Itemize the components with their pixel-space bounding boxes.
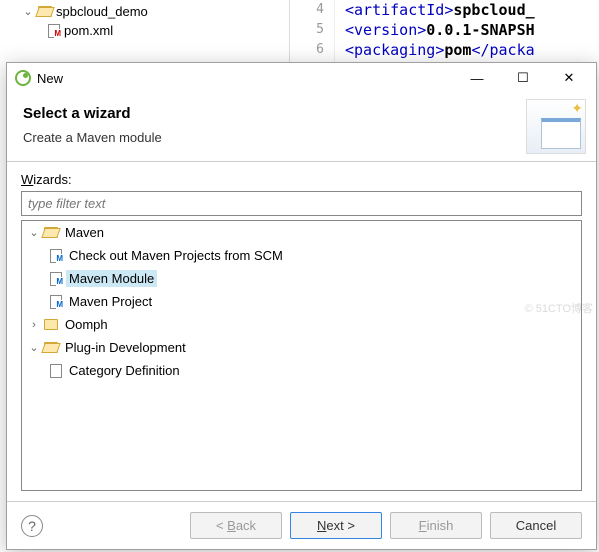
maven-icon bbox=[50, 272, 62, 286]
wizard-banner: Select a wizard Create a Maven module bbox=[7, 93, 596, 162]
cancel-button[interactable]: Cancel bbox=[490, 512, 582, 539]
chevron-down-icon: ⌄ bbox=[22, 5, 34, 18]
project-name: spbcloud_demo bbox=[56, 4, 148, 19]
next-button[interactable]: Next > bbox=[290, 512, 382, 539]
back-button[interactable]: < Back bbox=[190, 512, 282, 539]
wizard-tree[interactable]: ⌄ Maven Check out Maven Projects from SC… bbox=[21, 220, 582, 491]
wizard-subheading: Create a Maven module bbox=[23, 130, 580, 145]
tree-folder-oomph[interactable]: › Oomph bbox=[22, 313, 581, 336]
file-icon bbox=[50, 364, 62, 378]
maximize-button[interactable]: ☐ bbox=[500, 64, 546, 92]
close-button[interactable]: ✕ bbox=[546, 64, 592, 92]
wizard-banner-icon bbox=[526, 99, 586, 154]
code-editor[interactable]: 4 5 6 <artifactId>spbcloud_ <version>0.0… bbox=[290, 0, 599, 62]
line-gutter: 4 5 6 bbox=[290, 0, 335, 62]
folder-icon bbox=[44, 319, 58, 330]
chevron-down-icon: ⌄ bbox=[28, 226, 40, 239]
project-file-node[interactable]: pom.xml bbox=[0, 21, 289, 40]
dialog-footer: ? < Back Next > Finish Cancel bbox=[7, 501, 596, 549]
minimize-button[interactable]: ― bbox=[454, 64, 500, 92]
wizards-label: Wizards: bbox=[21, 172, 582, 187]
spring-icon bbox=[15, 70, 31, 86]
tree-item-category-def[interactable]: Category Definition bbox=[22, 359, 581, 382]
tree-folder-plugin-dev[interactable]: ⌄ Plug-in Development bbox=[22, 336, 581, 359]
finish-button[interactable]: Finish bbox=[390, 512, 482, 539]
project-explorer[interactable]: ⌄ spbcloud_demo pom.xml bbox=[0, 0, 290, 62]
tree-item-maven-project[interactable]: Maven Project bbox=[22, 290, 581, 313]
maven-icon bbox=[50, 295, 62, 309]
new-wizard-dialog: New ― ☐ ✕ Select a wizard Create a Maven… bbox=[6, 62, 597, 550]
tree-item-checkout-scm[interactable]: Check out Maven Projects from SCM bbox=[22, 244, 581, 267]
file-name: pom.xml bbox=[64, 23, 113, 38]
folder-open-icon bbox=[44, 227, 58, 238]
tree-folder-maven[interactable]: ⌄ Maven bbox=[22, 221, 581, 244]
project-root-node[interactable]: ⌄ spbcloud_demo bbox=[0, 2, 289, 21]
dialog-title: New bbox=[37, 71, 63, 86]
folder-open-icon bbox=[44, 342, 58, 353]
code-content: <artifactId>spbcloud_ <version>0.0.1-SNA… bbox=[335, 0, 535, 62]
xml-file-icon bbox=[48, 24, 60, 38]
chevron-down-icon: ⌄ bbox=[28, 341, 40, 354]
dialog-titlebar[interactable]: New ― ☐ ✕ bbox=[7, 63, 596, 93]
help-button[interactable]: ? bbox=[21, 515, 43, 537]
tree-item-maven-module[interactable]: Maven Module bbox=[22, 267, 581, 290]
maven-icon bbox=[50, 249, 62, 263]
chevron-right-icon: › bbox=[28, 319, 40, 331]
wizard-heading: Select a wizard bbox=[23, 105, 580, 122]
filter-text-input[interactable] bbox=[21, 191, 582, 216]
folder-open-icon bbox=[38, 6, 52, 17]
